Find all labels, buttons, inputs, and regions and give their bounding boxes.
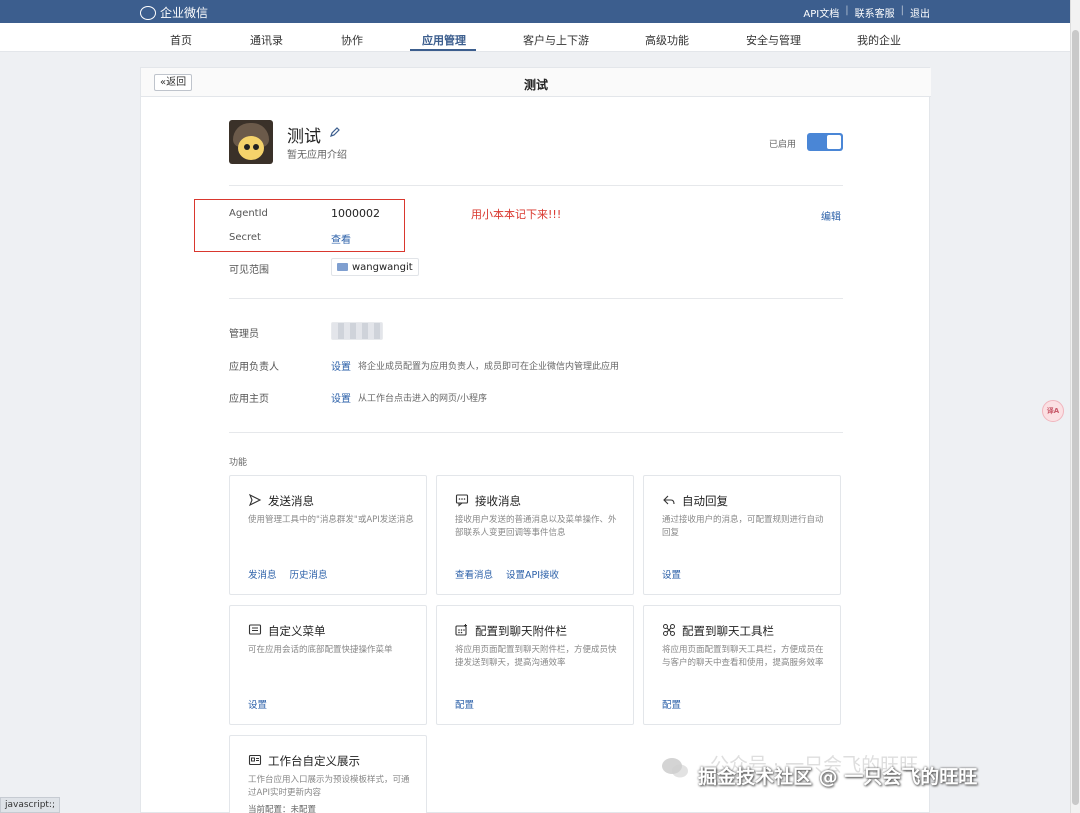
admin-avatar-blurred[interactable] — [331, 322, 383, 340]
scope-chip[interactable]: wangwangit — [331, 258, 419, 276]
feature-desc: 将应用页面配置到聊天工具栏，方便成员在与客户的聊天中查看和使用，提高服务效率 — [662, 645, 824, 668]
feature-desc: 可在应用会话的底部配置快捷操作菜单 — [248, 645, 393, 655]
custom-menu-settings-link[interactable]: 设置 — [248, 697, 267, 711]
set-api-receive-link[interactable]: 设置API接收 — [506, 567, 559, 581]
secret-label: Secret — [229, 232, 261, 243]
agentid-value: 1000002 — [331, 207, 380, 220]
nav-collaboration[interactable]: 协作 — [341, 32, 363, 48]
send-icon — [248, 493, 262, 507]
auto-reply-settings-link[interactable]: 设置 — [662, 567, 681, 581]
watermark-main-text: 掘金技术社区 @ 一只会飞的旺旺 — [698, 766, 978, 788]
nav-security[interactable]: 安全与管理 — [746, 32, 801, 48]
feature-title: 工作台自定义展示 — [268, 754, 360, 768]
link-separator: | — [845, 5, 849, 16]
brand-name: 企业微信 — [160, 6, 209, 20]
contact-support-link[interactable]: 联系客服 — [855, 5, 895, 20]
browser-status-bar: javascript:; — [0, 797, 61, 813]
owner-set-link[interactable]: 设置 — [331, 358, 351, 373]
link-separator: | — [900, 5, 904, 16]
nav-advanced[interactable]: 高级功能 — [645, 32, 689, 48]
feature-title: 自定义菜单 — [268, 624, 326, 638]
nav-contacts[interactable]: 通讯录 — [250, 32, 283, 48]
features-section-label: 功能 — [229, 458, 248, 468]
owner-hint: 将企业成员配置为应用负责人，成员即可在企业微信内管理此应用 — [358, 362, 620, 372]
edit-credentials-link[interactable]: 编辑 — [821, 208, 841, 223]
feature-card-custom-menu: 自定义菜单 可在应用会话的底部配置快捷操作菜单 设置 — [229, 605, 427, 725]
status-label: 已启用 — [769, 140, 797, 150]
translate-float-button[interactable]: 译A — [1042, 400, 1064, 422]
wecom-logo-icon — [140, 5, 156, 20]
owner-label: 应用负责人 — [229, 362, 279, 373]
api-docs-link[interactable]: API文档 — [803, 5, 839, 20]
feature-desc: 工作台应用入口展示为预设模板样式，可通过API实时更新内容 — [248, 775, 410, 798]
nav-my-enterprise[interactable]: 我的企业 — [857, 32, 901, 48]
feature-card-workbench: 工作台自定义展示 工作台应用入口展示为预设模板样式，可通过API实时更新内容 当… — [229, 735, 427, 813]
page-title: 测试 — [523, 78, 548, 92]
workbench-config-status: 当前配置：未配置 — [248, 805, 317, 813]
folder-icon — [337, 263, 348, 271]
logout-link[interactable]: 退出 — [910, 5, 930, 20]
app-description: 暂无应用介绍 — [287, 150, 347, 161]
divider — [229, 185, 843, 186]
agentid-label: AgentId — [229, 208, 268, 219]
scope-label: 可见范围 — [229, 265, 269, 276]
chat-icon — [455, 494, 469, 507]
app-detail-card: «返回 测试 测试 暂无应用介绍 已启用 AgentId 1000002 Sec… — [140, 67, 931, 813]
feature-title: 配置到聊天工具栏 — [682, 624, 774, 638]
homepage-set-link[interactable]: 设置 — [331, 390, 351, 405]
nav-home[interactable]: 首页 — [170, 32, 192, 48]
feature-card-chat-attachment: 配置到聊天附件栏 将应用页面配置到聊天附件栏，方便成员快捷发送到聊天，提高沟通效… — [436, 605, 634, 725]
attachment-grid-icon — [455, 624, 467, 636]
admin-label: 管理员 — [229, 329, 259, 340]
app-name: 测试 — [287, 127, 321, 147]
homepage-label: 应用主页 — [229, 394, 269, 405]
send-message-link[interactable]: 发消息 — [248, 567, 277, 581]
message-history-link[interactable]: 历史消息 — [290, 567, 328, 581]
scope-value: wangwangit — [352, 261, 413, 273]
feature-card-send-message: 发送消息 使用管理工具中的"消息群发"或API发送消息 发消息 历史消息 — [229, 475, 427, 595]
active-tab-indicator — [410, 49, 476, 51]
feature-card-chat-toolbar: 配置到聊天工具栏 将应用页面配置到聊天工具栏，方便成员在与客户的聊天中查看和使用… — [643, 605, 841, 725]
feature-desc: 通过接收用户的消息，可配置规则进行自动回复 — [662, 515, 824, 538]
scrollbar-thumb[interactable] — [1072, 30, 1079, 805]
nav-customers[interactable]: 客户与上下游 — [523, 32, 589, 48]
page-scrollbar[interactable] — [1070, 0, 1080, 813]
chat-toolbar-config-link[interactable]: 配置 — [662, 697, 681, 711]
nav-app-management[interactable]: 应用管理 — [422, 32, 466, 48]
feature-desc: 使用管理工具中的"消息群发"或API发送消息 — [248, 515, 414, 525]
card-header: «返回 测试 — [141, 68, 931, 97]
view-messages-link[interactable]: 查看消息 — [455, 567, 493, 581]
brand[interactable]: 企业微信 — [140, 4, 208, 21]
secret-view-link[interactable]: 查看 — [331, 231, 351, 246]
workbench-icon — [248, 754, 262, 766]
enable-toggle[interactable] — [807, 133, 843, 151]
feature-desc: 将应用页面配置到聊天附件栏，方便成员快捷发送到聊天，提高沟通效率 — [455, 645, 617, 668]
feature-title: 自动回复 — [682, 494, 728, 508]
feature-desc: 接收用户发送的普通消息以及菜单操作、外部联系人变更回调等事件信息 — [455, 515, 617, 538]
divider — [229, 432, 843, 433]
app-avatar[interactable] — [229, 120, 273, 164]
toolbar-icon — [663, 624, 675, 636]
top-bar: 企业微信 API文档 | 联系客服 | 退出 — [0, 0, 1070, 23]
main-nav: 首页 通讯录 协作 应用管理 客户与上下游 高级功能 安全与管理 我的企业 — [0, 23, 1070, 52]
homepage-hint: 从工作台点击进入的网页/小程序 — [358, 394, 488, 404]
top-links: API文档 | 联系客服 | 退出 — [803, 5, 930, 20]
feature-title: 接收消息 — [475, 494, 521, 508]
reply-icon — [663, 495, 675, 505]
divider — [229, 298, 843, 299]
feature-title: 发送消息 — [268, 494, 314, 508]
feature-card-auto-reply: 自动回复 通过接收用户的消息，可配置规则进行自动回复 设置 — [643, 475, 841, 595]
feature-title: 配置到聊天附件栏 — [475, 624, 567, 638]
edit-name-icon[interactable] — [329, 126, 341, 138]
wechat-logo-icon — [662, 758, 688, 778]
chat-attachment-config-link[interactable]: 配置 — [455, 697, 474, 711]
watermark: 公众号 · 一只会飞的旺旺 掘金技术社区 @ 一只会飞的旺旺 — [660, 748, 1070, 798]
feature-card-receive-message: 接收消息 接收用户发送的普通消息以及菜单操作、外部联系人变更回调等事件信息 查看… — [436, 475, 634, 595]
menu-icon — [248, 624, 262, 635]
annotation-note: 用小本本记下来!!! — [471, 208, 562, 221]
